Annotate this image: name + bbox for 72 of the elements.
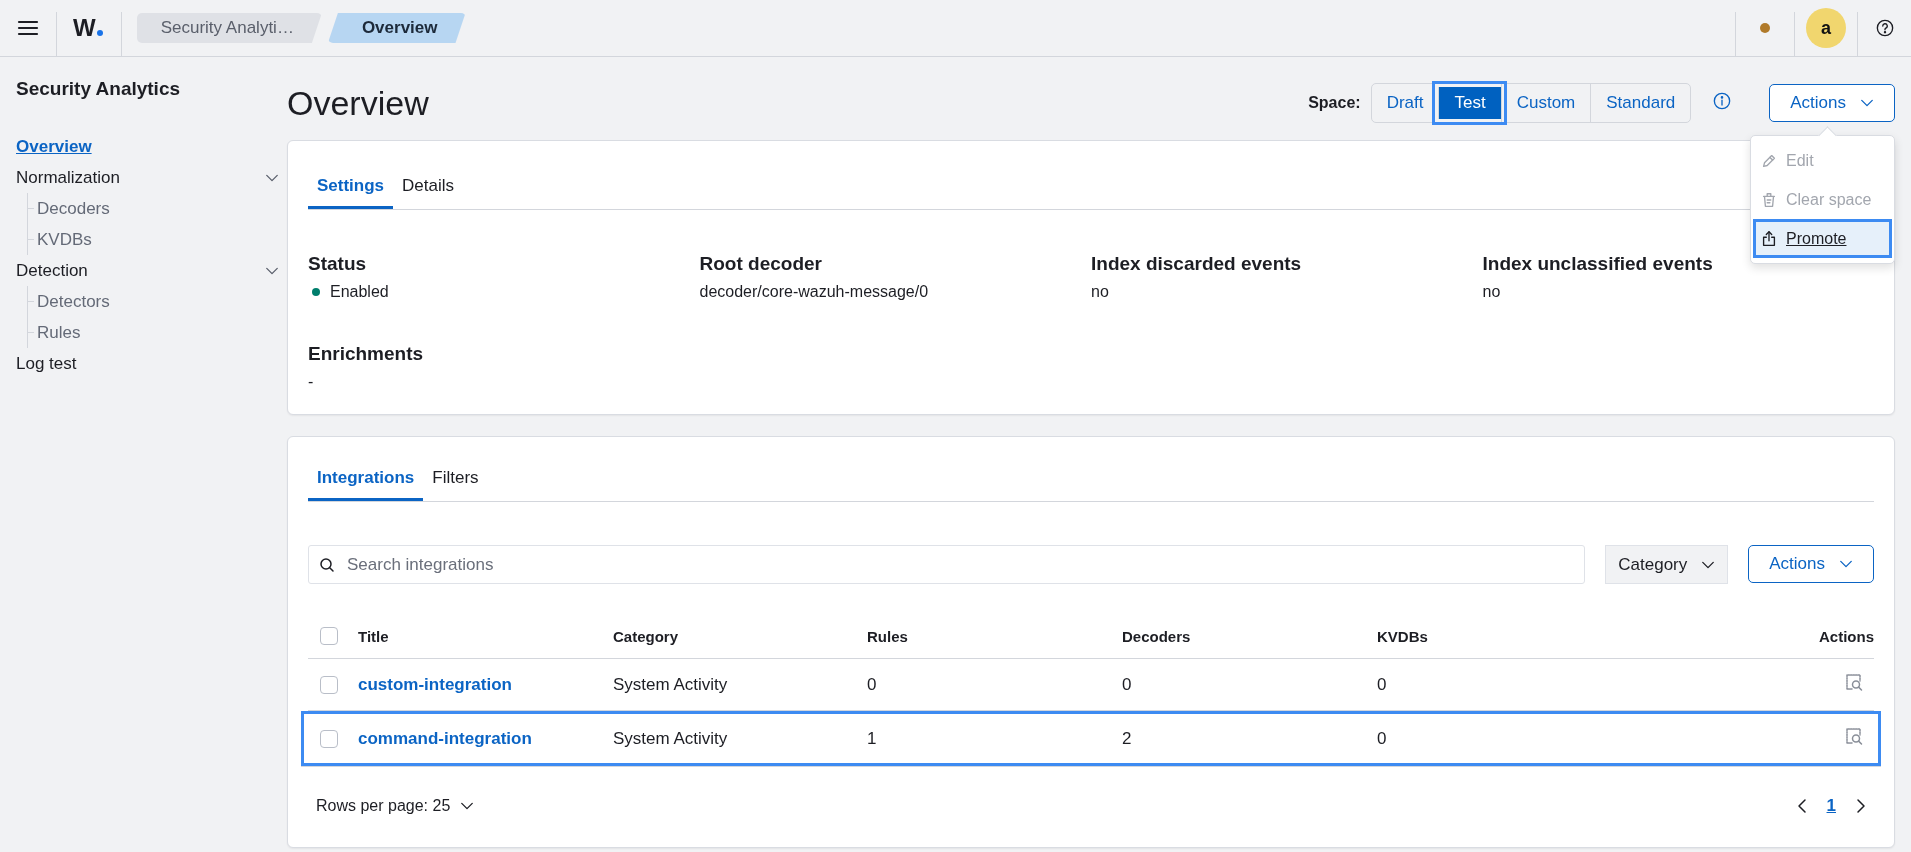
field-value: no <box>1091 282 1110 302</box>
tab[interactable]: Details <box>393 165 464 209</box>
space-option[interactable]: Draft <box>1371 84 1439 122</box>
field-value: Enabled <box>330 282 389 302</box>
sidebar-title: Security Analytics <box>16 77 182 101</box>
nav-link[interactable]: Detectors <box>37 291 110 312</box>
user-avatar[interactable]: a <box>1806 8 1846 48</box>
checkbox[interactable] <box>320 627 338 645</box>
help-icon[interactable] <box>1875 19 1894 37</box>
nav-link[interactable]: Normalization <box>16 167 120 188</box>
column-header: Actions <box>1819 627 1874 645</box>
inspect-icon[interactable] <box>1844 672 1864 692</box>
nav-link[interactable]: Detection <box>16 260 88 281</box>
status-dot <box>312 288 320 296</box>
menu-item[interactable]: Promote <box>1754 220 1891 257</box>
field-label: Enrichments <box>308 342 425 366</box>
table-cell-text: 2 <box>1122 728 1133 749</box>
rows-per-page-button[interactable]: Rows per page: 25 <box>308 797 483 815</box>
status-dot <box>1760 23 1770 33</box>
column-header: Decoders <box>1122 627 1192 645</box>
table-row[interactable]: command-integration System Activity 1 2 0 <box>301 711 1881 767</box>
trash-icon <box>1760 190 1778 209</box>
integration-link[interactable]: custom-integration <box>358 674 613 695</box>
search-field[interactable]: Search integrations <box>308 545 1586 584</box>
share-icon <box>1760 229 1778 248</box>
info-icon[interactable] <box>1713 92 1732 110</box>
nav-link[interactable]: Decoders <box>37 198 110 219</box>
table-cell-text: 0 <box>867 674 878 695</box>
table-cell-text: 0 <box>1122 674 1133 695</box>
table-cell-text: 0 <box>1377 674 1388 695</box>
nav-link[interactable]: Rules <box>37 322 81 343</box>
checkbox[interactable] <box>320 729 338 748</box>
inspect-icon[interactable] <box>1844 726 1864 746</box>
space-label: Space: <box>1308 94 1361 112</box>
category-filter[interactable]: Category <box>1605 545 1729 584</box>
breadcrumb[interactable]: Security Analyti… <box>136 13 322 43</box>
search-icon <box>319 556 335 573</box>
tab[interactable]: Filters <box>423 457 488 501</box>
field-label: Index discarded events <box>1091 252 1303 276</box>
field-label: Status <box>308 252 368 276</box>
table-cell-text: 0 <box>1377 728 1388 749</box>
integration-link[interactable]: command-integration <box>358 728 613 749</box>
tab[interactable]: Settings <box>308 165 394 209</box>
page-link[interactable]: 1 <box>1826 796 1836 816</box>
column-header: KVDBs <box>1377 627 1429 645</box>
column-header: Rules <box>867 627 909 645</box>
field-value: no <box>1482 282 1502 302</box>
breadcrumb[interactable]: Overview <box>327 13 466 43</box>
checkbox[interactable] <box>320 675 338 694</box>
table-row[interactable]: custom-integration System Activity 0 0 0 <box>308 659 1874 711</box>
field-value: - <box>308 372 315 392</box>
field-label: Index unclassified events <box>1482 252 1714 276</box>
tab[interactable]: Integrations <box>308 457 424 501</box>
space-option[interactable]: Standard <box>1590 84 1691 122</box>
page-title: Overview <box>287 83 430 123</box>
space-option[interactable]: Custom <box>1500 84 1591 122</box>
table-cell-text: 1 <box>867 728 878 749</box>
search-input[interactable]: Search integrations <box>345 553 1575 576</box>
chevron-right-icon[interactable] <box>1854 798 1868 814</box>
table-cell-text: System Activity <box>613 674 729 695</box>
column-header: Category <box>613 627 680 645</box>
actions-button[interactable]: Actions <box>1748 545 1874 583</box>
logo[interactable]: W <box>73 14 103 42</box>
menu-icon[interactable] <box>17 19 39 37</box>
table-cell-text: System Activity <box>613 728 729 749</box>
field-value: decoder/core-wazuh-message/0 <box>699 282 930 302</box>
field-label: Root decoder <box>699 252 823 276</box>
nav-link[interactable]: KVDBs <box>37 229 92 250</box>
column-header: Title <box>358 627 390 645</box>
actions-button[interactable]: Actions <box>1769 84 1895 122</box>
nav-link[interactable]: Log test <box>16 353 77 374</box>
nav-link[interactable]: Overview <box>16 136 92 157</box>
